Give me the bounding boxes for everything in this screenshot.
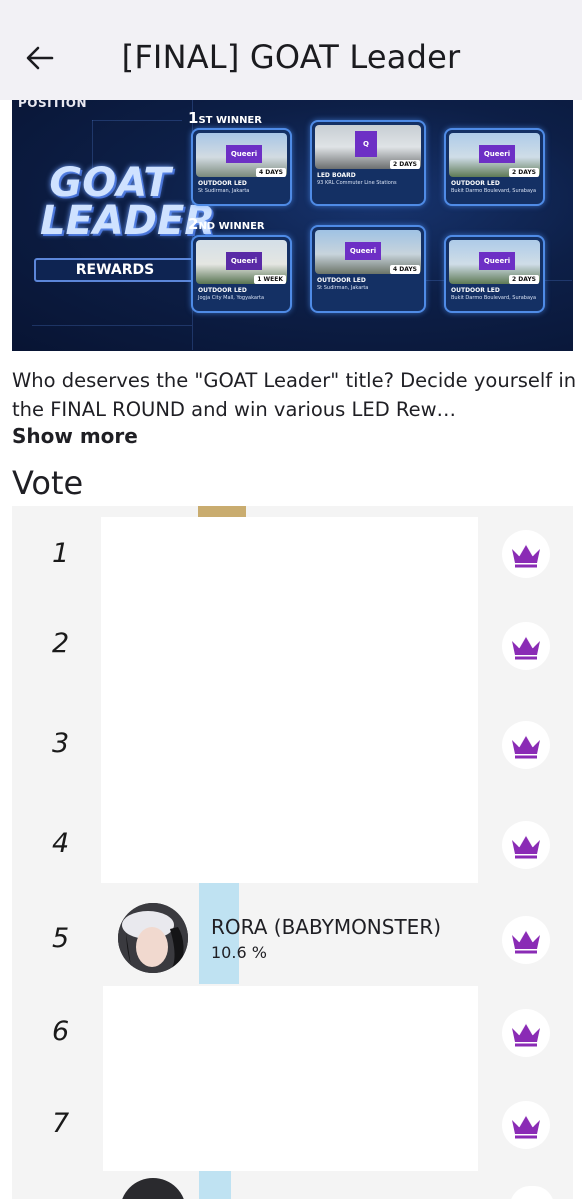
position-logo: POSITION xyxy=(18,100,87,110)
reward-card: Queeri 1 WEEK OUTDOOR LED Jogja City Mal… xyxy=(191,235,292,313)
vote-button[interactable] xyxy=(502,721,550,769)
vote-button[interactable] xyxy=(502,821,550,869)
rank-number: 3 xyxy=(52,728,70,759)
avatar xyxy=(120,1178,186,1199)
goat-title-line2: LEADER xyxy=(40,198,216,244)
vote-percent-bar xyxy=(199,1171,231,1199)
avatar xyxy=(118,903,188,973)
reward-card: Queeri 4 DAYS OUTDOOR LED St Sudirman, J… xyxy=(191,128,292,206)
candidate-name: RORA (BABYMONSTER) xyxy=(211,915,442,939)
candidate-percent: 10.6 % xyxy=(211,943,267,962)
vote-button[interactable] xyxy=(502,1101,550,1149)
crown-icon xyxy=(512,733,540,759)
rank-row: 1 xyxy=(12,506,573,605)
event-banner: POSITION GOAT LEADER REWARDS 1ST WINNER … xyxy=(12,100,573,351)
rank-number: 7 xyxy=(52,1108,70,1139)
rank-number: 2 xyxy=(52,628,70,659)
rank-row: 3 xyxy=(12,702,573,801)
crown-icon xyxy=(512,542,540,568)
rank-row: 6 xyxy=(12,990,573,1089)
crown-icon xyxy=(512,1113,540,1139)
reward-card: Queeri 2 DAYS OUTDOOR LED Bukit Darmo Bo… xyxy=(444,128,545,206)
vote-section-title: Vote xyxy=(12,464,84,502)
page-title: [FINAL] GOAT Leader xyxy=(121,38,461,76)
crown-icon xyxy=(512,833,540,859)
rewards-tag: REWARDS xyxy=(34,258,196,282)
crown-icon xyxy=(512,928,540,954)
first-winner-label: 1ST WINNER xyxy=(188,109,262,127)
rank-number: 1 xyxy=(52,538,70,569)
show-more-link[interactable]: Show more xyxy=(12,424,138,448)
candidate-card[interactable]: RORA (BABYMONSTER) 10.6 % xyxy=(101,883,478,984)
rank-number: 5 xyxy=(52,923,70,954)
crown-icon xyxy=(512,1021,540,1047)
vote-button[interactable] xyxy=(510,1186,554,1199)
top-rank-indicator xyxy=(198,506,246,517)
rank-number: 6 xyxy=(52,1016,70,1047)
crown-icon xyxy=(512,634,540,660)
app-header: [FINAL] GOAT Leader xyxy=(0,0,582,100)
vote-button[interactable] xyxy=(502,916,550,964)
reward-card: Queeri 2 DAYS OUTDOOR LED Bukit Darmo Bo… xyxy=(444,235,545,313)
rank-row: 7 xyxy=(12,1082,573,1181)
vote-button[interactable] xyxy=(502,622,550,670)
rank-row: 2 xyxy=(12,602,573,701)
vote-button[interactable] xyxy=(502,1009,550,1057)
event-description: Who deserves the "GOAT Leader" title? De… xyxy=(12,369,577,421)
vote-list: 1 2 3 4 5 6 7 RORA (BABYMONSTER) 10.6 % xyxy=(12,506,573,1199)
goat-leader-logo: GOAT LEADER xyxy=(40,160,216,244)
rank-number: 4 xyxy=(52,828,70,859)
reward-card: Queeri 4 DAYS OUTDOOR LED St Sudirman, J… xyxy=(310,225,426,313)
reward-card: Q 2 DAYS LED BOARD 93 KRL Commuter Line … xyxy=(310,120,426,206)
second-winner-label: 2ND WINNER xyxy=(188,215,265,233)
goat-title-line1: GOAT xyxy=(49,160,171,206)
vote-button[interactable] xyxy=(502,530,550,578)
